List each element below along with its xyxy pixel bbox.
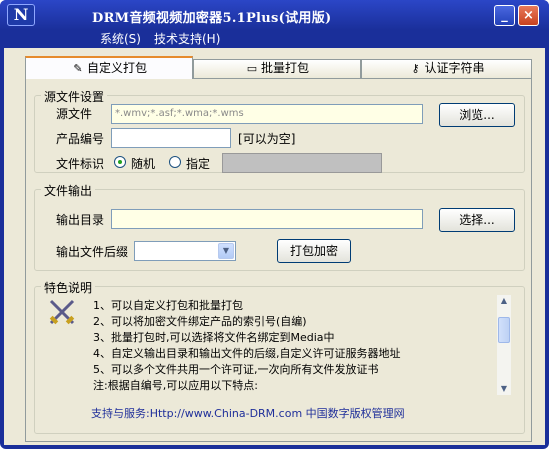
features-group-title: 特色说明 <box>41 279 96 296</box>
source-file-label: 源文件 <box>56 107 93 121</box>
tab-custom-pack[interactable]: ✎ 自定义打包 <box>25 56 193 79</box>
scroll-up-icon[interactable]: ▲ <box>497 295 511 307</box>
feature-line: 3、批量打包时,可以选择将文件名绑定到Media中 <box>93 331 335 344</box>
feature-line: 5、可以多个文件共用一个许可证,一次向所有文件发放证书 <box>93 363 379 376</box>
close-icon[interactable]: × <box>518 5 539 26</box>
minimize-icon[interactable]: _ <box>494 5 515 26</box>
tab-auth-string[interactable]: ⚷ 认证字符串 <box>361 59 532 78</box>
tab-label: 自定义打包 <box>86 61 147 75</box>
tab-strip: ✎ 自定义打包 ▭ 批量打包 ⚷ 认证字符串 <box>25 56 532 79</box>
tab-label: 批量打包 <box>260 61 309 75</box>
scroll-thumb[interactable] <box>498 317 510 343</box>
features-text-area: 1、可以自定义打包和批量打包 2、可以将加密文件绑定产品的索引号(自编) 3、批… <box>45 295 493 395</box>
folder-icon: ▭ <box>246 62 258 75</box>
file-id-label: 文件标识 <box>56 157 105 171</box>
app-logo-icon: N <box>7 4 35 26</box>
radio-specify-label: 指定 <box>186 157 211 171</box>
source-group-title: 源文件设置 <box>41 88 108 105</box>
product-label: 产品编号 <box>56 132 105 146</box>
radio-random[interactable] <box>114 156 126 168</box>
feature-line: 2、可以将加密文件绑定产品的索引号(自编) <box>93 315 307 328</box>
output-dir-label: 输出目录 <box>56 213 105 227</box>
feature-line: 4、自定义输出目录和输出文件的后缀,自定义许可证服务器地址 <box>93 347 401 360</box>
menu-system[interactable]: 系统(S) <box>100 30 141 47</box>
source-file-input[interactable]: *.wmv;*.asf;*.wma;*.wms <box>111 104 423 124</box>
key-icon: ⚷ <box>411 62 420 75</box>
chevron-down-icon[interactable]: ▼ <box>218 243 234 259</box>
scroll-down-icon[interactable]: ▼ <box>497 383 511 395</box>
app-window: N DRM音频视频加密器5.1Plus(试用版) _ × 系统(S) 技术支持(… <box>0 0 549 449</box>
select-dir-button[interactable]: 选择... <box>439 208 515 232</box>
feature-line: 1、可以自定义打包和批量打包 <box>93 299 243 312</box>
browse-button[interactable]: 浏览... <box>439 103 515 127</box>
features-group: 特色说明 1、可以自定义打包和批量打包 2、可以将加密文件绑定产品的索引号(自编… <box>34 279 525 434</box>
client-area: ✎ 自定义打包 ▭ 批量打包 ⚷ 认证字符串 源文件设置 源文件 *.wmv;*.as… <box>4 48 545 445</box>
tab-label: 认证字符串 <box>424 61 485 75</box>
radio-specify[interactable] <box>169 156 181 168</box>
radio-random-label: 随机 <box>131 157 156 171</box>
features-scrollbar[interactable]: ▲ ▼ <box>497 295 511 395</box>
source-group: 源文件设置 源文件 *.wmv;*.asf;*.wma;*.wms 浏览... … <box>34 88 525 173</box>
pen-icon: ✎ <box>73 62 83 75</box>
pack-encrypt-button[interactable]: 打包加密 <box>277 239 351 263</box>
crossed-swords-icon <box>49 299 75 325</box>
support-link[interactable]: 支持与服务:Http://www.China-DRM.com 中国数字版权管理网 <box>91 405 405 421</box>
menu-bar: 系统(S) 技术支持(H) <box>0 30 549 48</box>
menu-support[interactable]: 技术支持(H) <box>154 30 220 47</box>
product-hint: [可以为空] <box>238 132 296 146</box>
product-hint-text: 可以为空 <box>242 132 291 146</box>
product-input[interactable] <box>111 128 231 148</box>
suffix-label: 输出文件后缀 <box>56 245 129 259</box>
specify-input[interactable] <box>222 153 382 173</box>
tab-batch-pack[interactable]: ▭ 批量打包 <box>193 59 361 78</box>
output-group-title: 文件输出 <box>41 182 96 199</box>
suffix-select[interactable]: ▼ <box>134 241 236 261</box>
output-dir-input[interactable] <box>111 209 423 229</box>
feature-line: 注:根据自编号,可以应用以下特点: <box>93 379 258 392</box>
title-bar[interactable]: N DRM音频视频加密器5.1Plus(试用版) _ × <box>0 0 549 30</box>
tab-panel: 源文件设置 源文件 *.wmv;*.asf;*.wma;*.wms 浏览... … <box>25 78 532 442</box>
output-group: 文件输出 输出目录 选择... 输出文件后缀 ▼ 打包加密 <box>34 182 525 271</box>
window-title: DRM音频视频加密器5.1Plus(试用版) <box>92 11 332 26</box>
